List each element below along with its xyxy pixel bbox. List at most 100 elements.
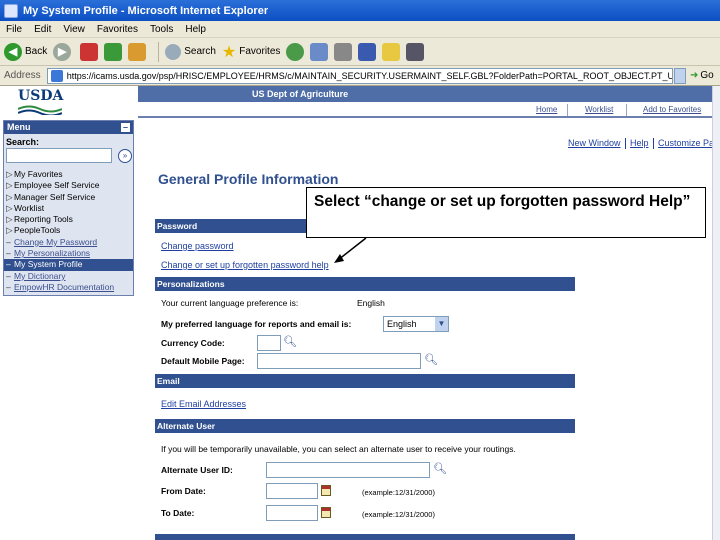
address-input[interactable]: https://icams.usda.gov/psp/HRISC/EMPLOYE…: [46, 67, 673, 84]
forward-arrow-icon: ▶: [53, 42, 72, 61]
menu-search-input[interactable]: [6, 148, 112, 163]
calendar-icon[interactable]: [321, 507, 331, 518]
menu-help[interactable]: Help: [185, 24, 206, 35]
edit-email-addresses-link[interactable]: Edit Email Addresses: [161, 399, 246, 409]
print-icon[interactable]: [334, 42, 353, 61]
menu-file[interactable]: File: [6, 24, 22, 35]
menu-item-change-my-password[interactable]: – Change My Password: [4, 237, 133, 248]
back-label: Back: [25, 46, 48, 57]
leaf-marker: –: [6, 270, 11, 281]
media-icon[interactable]: [286, 42, 305, 61]
menu-item-worklist[interactable]: ▷Worklist: [4, 203, 133, 214]
alternate-user-info: If you will be temporarily unavailable, …: [161, 444, 516, 454]
change-password-link[interactable]: Change password: [161, 241, 234, 251]
vertical-scrollbar[interactable]: [712, 86, 720, 540]
menu-item-peopletools[interactable]: ▷PeopleTools: [4, 225, 133, 236]
menu-view[interactable]: View: [63, 24, 85, 35]
favorites-label: Favorites: [239, 46, 281, 57]
currency-code-label: Currency Code:: [161, 338, 225, 348]
calendar-icon[interactable]: [321, 485, 331, 496]
link-separator: [625, 138, 626, 149]
left-menu: Menu – Search: » ▷My Favorites ▷Employee…: [3, 120, 134, 296]
menu-item-reporting-tools[interactable]: ▷Reporting Tools: [4, 214, 133, 225]
window-title: My System Profile - Microsoft Internet E…: [23, 4, 269, 17]
menu-item-label: EmpowHR Documentation: [14, 281, 115, 292]
menu-search-label: Search:: [6, 137, 40, 147]
menu-favorites[interactable]: Favorites: [97, 24, 138, 35]
help-link[interactable]: Help: [630, 138, 649, 148]
window-titlebar: My System Profile - Microsoft Internet E…: [0, 0, 720, 21]
menu-item-my-dictionary[interactable]: – My Dictionary: [4, 271, 133, 282]
menu-item-empowhr-documentation[interactable]: – EmpowHR Documentation: [4, 282, 133, 293]
edit-icon[interactable]: [358, 42, 377, 61]
nav-home[interactable]: Home: [536, 105, 557, 114]
lookup-search-icon[interactable]: 🔍︎: [433, 462, 447, 475]
to-date-input[interactable]: [266, 505, 318, 521]
back-button[interactable]: ◀ Back: [4, 42, 48, 61]
messenger-icon[interactable]: [406, 42, 425, 61]
nav-separator: [626, 104, 627, 116]
discuss-icon[interactable]: [382, 42, 401, 61]
collapse-icon[interactable]: –: [121, 123, 130, 132]
nav-separator: [567, 104, 568, 116]
new-window-link[interactable]: New Window: [568, 138, 621, 148]
callout-arrow-icon: [334, 237, 367, 263]
menu-item-employee-self-service[interactable]: ▷Employee Self Service: [4, 180, 133, 191]
menu-edit[interactable]: Edit: [34, 24, 51, 35]
menu-item-label: Reporting Tools: [14, 214, 73, 225]
go-button[interactable]: ➜ Go: [686, 70, 720, 81]
menu-list: ▷My Favorites ▷Employee Self Service ▷Ma…: [4, 169, 133, 293]
preferred-language-label: My preferred language for reports and em…: [161, 319, 352, 329]
menu-item-my-favorites[interactable]: ▷My Favorites: [4, 169, 133, 180]
from-date-label: From Date:: [161, 486, 206, 496]
lookup-search-icon[interactable]: 🔍︎: [424, 353, 438, 366]
alternate-user-id-input[interactable]: [266, 462, 430, 478]
from-date-example: (example:12/31/2000): [362, 488, 435, 497]
menu-item-manager-self-service[interactable]: ▷Manager Self Service: [4, 192, 133, 203]
preferred-language-select[interactable]: English ▼: [383, 316, 449, 332]
customize-page-link[interactable]: Customize Pag: [658, 138, 719, 148]
favorites-button[interactable]: ★ Favorites: [222, 42, 280, 62]
forgotten-password-help-link[interactable]: Change or set up forgotten password help: [161, 260, 329, 270]
nav-worklist[interactable]: Worklist: [585, 105, 613, 114]
home-icon[interactable]: [128, 42, 147, 61]
current-language-label: Your current language preference is:: [161, 298, 299, 308]
leaf-marker: –: [6, 281, 11, 292]
mail-icon[interactable]: [310, 42, 329, 61]
menu-tools[interactable]: Tools: [150, 24, 173, 35]
leaf-marker: –: [6, 248, 11, 259]
instruction-callout: Select “change or set up forgotten passw…: [306, 187, 706, 238]
lookup-search-icon[interactable]: 🔍︎: [283, 335, 297, 348]
email-section-header: Email: [155, 374, 575, 388]
logo-wave-icon: [18, 105, 62, 115]
forward-button[interactable]: ▶: [53, 42, 74, 61]
personalizations-section-header: Personalizations: [155, 277, 575, 291]
default-mobile-page-input[interactable]: [257, 353, 421, 369]
menu-item-label: Change My Password: [14, 236, 98, 247]
address-dropdown-icon[interactable]: [674, 67, 686, 84]
menu-item-label: Employee Self Service: [14, 180, 100, 191]
to-date-label: To Date:: [161, 508, 195, 518]
browser-menubar: File Edit View Favorites Tools Help: [0, 21, 720, 38]
expand-icon: ▷: [6, 191, 13, 202]
from-date-input[interactable]: [266, 483, 318, 499]
address-bar: Address https://icams.usda.gov/psp/HRISC…: [0, 66, 720, 86]
nav-add-to-favorites[interactable]: Add to Favorites: [643, 105, 701, 114]
menu-item-label: My Dictionary: [14, 270, 66, 281]
stop-icon[interactable]: [80, 42, 99, 61]
alternate-user-section-header: Alternate User: [155, 419, 575, 433]
to-date-example: (example:12/31/2000): [362, 510, 435, 519]
search-go-icon[interactable]: »: [118, 148, 132, 163]
header-subband: [138, 102, 720, 118]
browser-toolbar: ◀ Back ▶ Search ★ Favorites: [0, 38, 720, 66]
link-separator: [653, 138, 654, 149]
menu-item-my-system-profile[interactable]: – My System Profile: [4, 259, 133, 271]
currency-code-input[interactable]: [257, 335, 281, 351]
refresh-icon[interactable]: [104, 42, 123, 61]
menu-item-label: My Favorites: [14, 169, 63, 179]
search-button[interactable]: Search: [165, 43, 216, 60]
menu-item-my-personalizations[interactable]: – My Personalizations: [4, 248, 133, 259]
chevron-down-icon: ▼: [435, 317, 448, 331]
menu-item-label: PeopleTools: [14, 225, 61, 236]
expand-icon: ▷: [6, 180, 13, 191]
